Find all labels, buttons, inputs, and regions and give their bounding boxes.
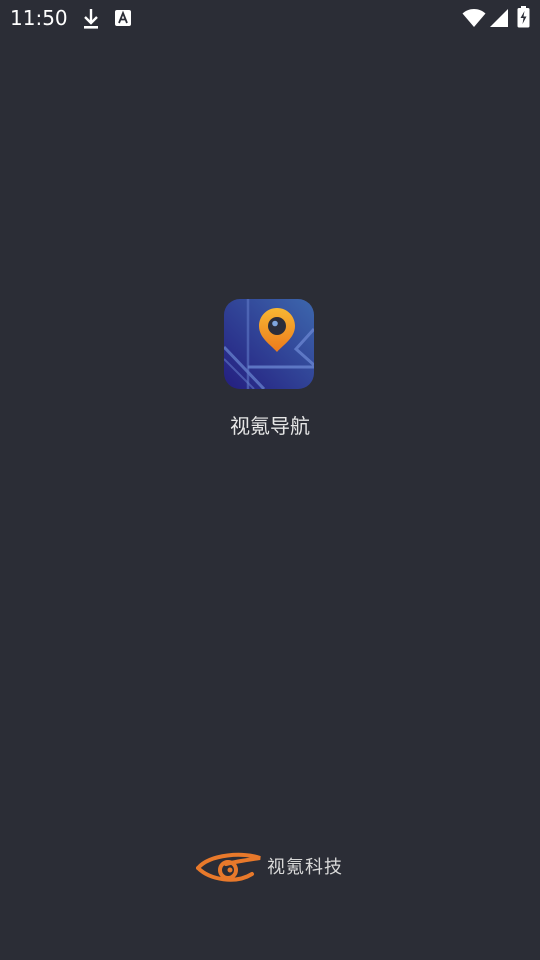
wifi-icon [462, 8, 486, 32]
status-time: 11:50 [10, 6, 68, 30]
eye-logo [196, 850, 262, 890]
font-icon [115, 10, 131, 30]
app-name: 视氪导航 [230, 414, 310, 438]
cellular-signal-icon [489, 8, 509, 32]
battery-charging-icon [517, 6, 530, 32]
download-icon [82, 8, 100, 34]
splash-screen: 11:50 视氪导航 视氪科技 [0, 0, 540, 960]
brand-name: 视氪科技 [267, 857, 343, 878]
brand: 视氪科技 [196, 850, 356, 886]
map-pin-app-icon [224, 299, 314, 389]
status-bar: 11:50 [0, 0, 540, 36]
